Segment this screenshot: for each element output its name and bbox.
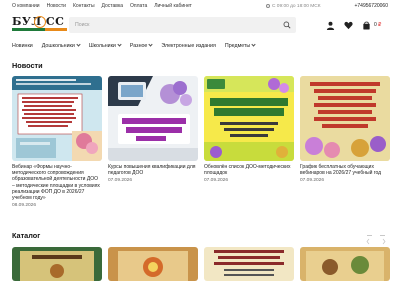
working-hours-text: С 09:00 до 18:00 МСК bbox=[272, 3, 321, 9]
cart-count-value: 0 bbox=[374, 22, 377, 28]
catalog-arrows bbox=[366, 232, 386, 245]
header-icons: 0 ₽ bbox=[326, 19, 381, 31]
news-card-date: 07.09.2026 bbox=[204, 178, 229, 184]
menu-item-label: Школьники bbox=[88, 42, 116, 49]
news-card[interactable]: График бесплатных обучающих вебинаров на… bbox=[300, 76, 390, 183]
news-card-date: 07.09.2026 bbox=[108, 178, 133, 184]
top-nav-about[interactable]: О компании bbox=[12, 3, 40, 9]
top-nav: О компании Новости Контакты Доставка Опл… bbox=[0, 3, 192, 9]
search-icon[interactable] bbox=[283, 21, 291, 29]
chevron-down-icon bbox=[117, 42, 122, 47]
arrow-right-icon[interactable] bbox=[379, 232, 386, 245]
news-cards: Вебинар «Формы научно-методического сопр… bbox=[12, 76, 390, 216]
search-bar[interactable]: Поиск bbox=[69, 17, 296, 33]
top-nav-delivery[interactable]: Доставка bbox=[102, 3, 123, 9]
news-card-date: 08.09.2026 bbox=[12, 203, 37, 209]
catalog-item-image bbox=[108, 247, 198, 281]
menu-item-preschoolers[interactable]: Дошкольники bbox=[41, 41, 81, 50]
phone-number[interactable]: +74956720060 bbox=[354, 0, 388, 12]
catalog-item-image bbox=[300, 247, 390, 281]
cart-total[interactable]: 0 ₽ bbox=[374, 22, 381, 28]
catalog-item[interactable] bbox=[204, 247, 294, 281]
logo-underline bbox=[12, 28, 67, 31]
news-card-date: 07.09.2026 bbox=[300, 178, 325, 184]
news-card[interactable]: Обновлён список ДОО-методических площадо… bbox=[204, 76, 294, 183]
news-card-image[interactable] bbox=[108, 76, 198, 161]
menu-item-label: Дошкольники bbox=[41, 42, 75, 49]
webinar-banner-image bbox=[12, 76, 102, 161]
menu-item-label: Электронные издания bbox=[161, 42, 216, 49]
menu-item-schoolchildren[interactable]: Школьники bbox=[88, 41, 122, 50]
user-icon[interactable] bbox=[326, 21, 335, 30]
webinar-schedule-banner-image bbox=[300, 76, 390, 161]
logo-ring bbox=[34, 16, 46, 28]
menu-item-ebooks[interactable]: Электронные издания bbox=[161, 41, 216, 50]
news-card-title[interactable]: Курсы повышения квалификации для педагог… bbox=[108, 164, 198, 176]
menu-item-label: Новинки bbox=[12, 42, 33, 49]
menu-item-label: Предметы bbox=[224, 42, 251, 49]
heart-icon[interactable] bbox=[344, 21, 353, 30]
news-card-image[interactable] bbox=[204, 76, 294, 161]
cart-icon[interactable] bbox=[362, 21, 371, 30]
catalog-item[interactable] bbox=[300, 247, 390, 281]
clock-icon bbox=[266, 4, 270, 8]
news-card-image[interactable] bbox=[300, 76, 390, 161]
top-nav-news[interactable]: Новости bbox=[47, 3, 66, 9]
category-menu: Новинки Дошкольники Школьники Разное Эле… bbox=[12, 41, 256, 50]
news-section-title[interactable]: Новости bbox=[12, 61, 43, 70]
menu-item-new[interactable]: Новинки bbox=[12, 41, 33, 50]
menu-item-subjects[interactable]: Предметы bbox=[224, 41, 256, 50]
top-nav-payment[interactable]: Оплата bbox=[130, 3, 147, 9]
menu-item-misc[interactable]: Разное bbox=[129, 41, 154, 50]
news-card-title[interactable]: График бесплатных обучающих вебинаров на… bbox=[300, 164, 390, 176]
chevron-down-icon bbox=[148, 42, 154, 47]
arrow-left-icon[interactable] bbox=[366, 232, 373, 245]
catalog-item[interactable] bbox=[108, 247, 198, 281]
working-hours: С 09:00 до 18:00 МСК bbox=[266, 0, 321, 12]
top-bar: О компании Новости Контакты Доставка Опл… bbox=[0, 0, 400, 12]
news-card-image[interactable] bbox=[12, 76, 102, 161]
catalog-grid bbox=[12, 247, 390, 281]
courses-banner-image bbox=[108, 76, 198, 161]
top-nav-account[interactable]: Личный кабинет bbox=[154, 3, 192, 9]
method-sites-banner-image bbox=[204, 76, 294, 161]
catalog-item-image bbox=[12, 247, 102, 281]
header: БУЛ СС Поиск 0 ₽ bbox=[0, 14, 400, 36]
catalog-item-image bbox=[204, 247, 294, 281]
chevron-down-icon bbox=[76, 42, 81, 47]
top-nav-contacts[interactable]: Контакты bbox=[73, 3, 95, 9]
news-card[interactable]: Вебинар «Формы научно-методического сопр… bbox=[12, 76, 102, 208]
site-logo[interactable]: БУЛ СС bbox=[12, 16, 67, 34]
catalog-section-title[interactable]: Каталог bbox=[12, 231, 40, 240]
search-input[interactable]: Поиск bbox=[75, 17, 89, 33]
catalog-item[interactable] bbox=[12, 247, 102, 281]
chevron-down-icon bbox=[251, 42, 256, 47]
news-card[interactable]: Курсы повышения квалификации для педагог… bbox=[108, 76, 198, 183]
menu-item-label: Разное bbox=[129, 42, 148, 49]
cart-currency: ₽ bbox=[378, 22, 382, 28]
news-card-title[interactable]: Обновлён список ДОО-методических площадо… bbox=[204, 164, 294, 176]
news-card-title[interactable]: Вебинар «Формы научно-методического сопр… bbox=[12, 164, 102, 201]
